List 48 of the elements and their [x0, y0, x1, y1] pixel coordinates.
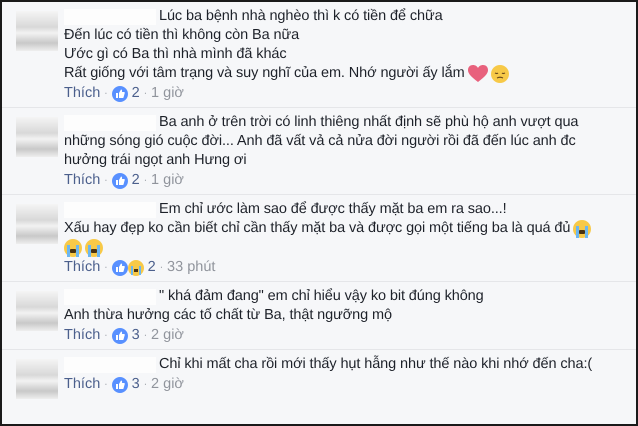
- heart-emoji-icon: [468, 64, 488, 82]
- comment-text: Lúc ba bệnh nhà nghèo thì k có tiền để chữa: [159, 6, 443, 26]
- comment-text: những sóng gió cuộc đời... Anh đã vất vả cả nửa đời người rồi đã đến lúc anh đc: [64, 132, 576, 151]
- separator-dot: ·: [160, 261, 164, 275]
- reaction-count[interactable]: 3: [132, 324, 140, 346]
- like-link[interactable]: Thích: [64, 82, 100, 104]
- crying-face-icon: [573, 220, 592, 238]
- sad-face-icon: [490, 64, 509, 82]
- like-link[interactable]: Thích: [64, 374, 100, 396]
- separator-dot: ·: [104, 329, 108, 343]
- sad-reaction-icon: [128, 260, 144, 276]
- crying-face-icon: [64, 238, 82, 256]
- crying-face-icon: [85, 238, 103, 256]
- avatar-placeholder: [16, 204, 58, 244]
- separator-dot: ·: [144, 378, 148, 392]
- like-link[interactable]: Thích: [64, 256, 100, 278]
- comment-text: Ước gì có Ba thì nhà mình đã khác: [64, 44, 287, 64]
- comment-text: Em chỉ ước làm sao để được thấy mặt ba em ra sao...!: [159, 200, 507, 219]
- like-reaction-icon: [112, 376, 128, 392]
- separator-dot: ·: [144, 329, 148, 343]
- like-reaction-icon: [112, 260, 128, 276]
- separator-dot: ·: [144, 174, 148, 188]
- like-reaction-icon: [112, 328, 128, 344]
- like-reaction-icon: [112, 172, 128, 188]
- avatar-placeholder: [16, 359, 58, 399]
- reaction-count[interactable]: 3: [132, 374, 140, 396]
- reaction-count[interactable]: 2: [148, 256, 156, 278]
- like-link[interactable]: Thích: [64, 170, 100, 192]
- comment-text: Ba anh ở trên trời có linh thiêng nhất định sẽ phù hộ anh vượt qua: [159, 112, 578, 132]
- separator-dot: ·: [104, 261, 108, 275]
- separator-dot: ·: [104, 87, 108, 101]
- comment-text: Rất giống với tâm trạng và suy nghĩ của em. Nhớ người ấy lắm: [64, 63, 465, 83]
- avatar-placeholder: [16, 11, 58, 51]
- separator-dot: ·: [104, 378, 108, 392]
- reaction-count[interactable]: 2: [132, 170, 140, 192]
- comment-text: Anh thừa hưởng các tố chất từ Ba, thật ngưỡng mộ: [64, 306, 392, 325]
- separator-dot: ·: [144, 87, 148, 101]
- like-reaction-icon: [112, 86, 128, 102]
- comment-text: Chỉ khi mất cha rồi mới thấy hụt hẫng như thế nào khi nhớ đến cha:(: [159, 354, 592, 374]
- comment-text: Đến lúc có tiền thì không còn Ba nữa: [64, 26, 300, 45]
- reaction-count[interactable]: 2: [132, 82, 140, 104]
- comment-text: " khá đảm đang" em chỉ hiểu vậy ko bit đúng không: [159, 286, 484, 306]
- comment-text: Xấu hay đẹp ko cần biết chỉ cần thấy mặt ba và được gọi một tiếng ba là quá đủ: [64, 218, 570, 238]
- avatar-placeholder: [16, 117, 58, 157]
- avatar-placeholder: [16, 291, 58, 331]
- like-link[interactable]: Thích: [64, 324, 100, 346]
- separator-dot: ·: [104, 174, 108, 188]
- comment-text: hưởng trái ngọt anh Hưng ơi: [64, 150, 246, 170]
